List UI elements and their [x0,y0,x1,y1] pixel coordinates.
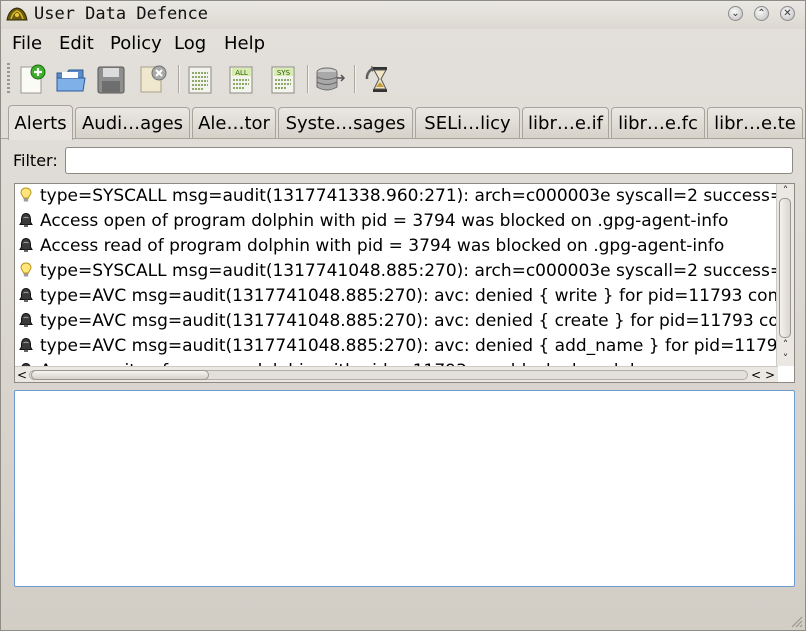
filter-input[interactable] [65,147,793,174]
tab-bar: Alerts Audi…ages Ale…tor Syste…sages SEL… [1,105,805,140]
minimize-button[interactable]: ⌄ [728,6,743,21]
alert-text: type=AVC msg=audit(1317741048.885:270): … [40,336,778,356]
alert-bell-icon [15,336,40,356]
alert-row[interactable]: Access read of program dolphin with pid … [15,234,724,259]
log-sys-label: SYS [277,69,291,77]
tab-selinux-policy[interactable]: SELi…licy [415,107,520,138]
view-log-button[interactable] [184,63,218,95]
log-view-icon [188,66,212,94]
scroll-right-icon[interactable]: > [763,367,777,382]
alert-row[interactable]: type=SYSCALL msg=audit(1317741338.960:27… [15,184,778,209]
title-bar[interactable]: User Data Defence ⌄ ⌃ ✕ [1,1,805,29]
lightbulb-icon [15,186,40,206]
scroll-down-icon[interactable]: ˅ [777,352,794,366]
horizontal-scrollbar[interactable]: < < > [15,366,778,382]
alerts-list-viewport: type=SYSCALL msg=audit(1317741338.960:27… [15,184,778,366]
tab-library-te[interactable]: libr…e.te [707,107,803,138]
alert-text: type=AVC msg=audit(1317741048.885:270): … [40,286,778,306]
lightbulb-icon [15,261,40,281]
alert-row[interactable]: type=AVC msg=audit(1317741048.885:270): … [15,284,778,309]
window-title: User Data Defence [34,4,208,24]
toolbar-grip[interactable] [7,63,10,95]
main-window: User Data Defence ⌄ ⌃ ✕ File Edit Policy… [0,0,806,631]
menu-log[interactable]: Log [174,33,206,54]
alert-details-pane[interactable] [14,390,795,587]
scroll-up-icon[interactable]: ˄ [777,338,794,352]
menu-bar: File Edit Policy Log Help [1,31,805,57]
tab-system-messages[interactable]: Syste…sages [278,107,413,138]
log-all-label: ALL [235,69,248,77]
toolbar-separator [307,65,309,93]
save-button[interactable] [94,63,128,95]
menu-help[interactable]: Help [224,33,265,54]
save-icon [97,66,125,94]
scroll-left-icon[interactable]: < [15,367,29,382]
open-button[interactable] [54,63,88,95]
app-logo-icon [6,7,28,21]
status-bar [1,591,805,630]
horizontal-scroll-thumb[interactable] [31,370,209,380]
scroll-left-icon[interactable]: < [749,367,763,382]
tab-alerts[interactable]: Alerts [8,105,73,140]
filter-label: Filter: [13,151,58,170]
close-icon: ✕ [783,8,792,19]
alert-bell-icon [15,311,40,331]
resize-grip-icon[interactable] [789,614,803,628]
alert-text: type=AVC msg=audit(1317741048.885:270): … [40,311,778,331]
alert-row[interactable]: Access write of program dolphin with pid… [15,359,645,366]
tab-alert-monitor[interactable]: Ale…tor [192,107,276,138]
alert-text: type=SYSCALL msg=audit(1317741338.960:27… [40,186,778,206]
menu-policy[interactable]: Policy [110,33,162,54]
toolbar: ALL SYS [1,59,805,99]
vertical-scrollbar[interactable]: ˄ ˄ ˅ [776,184,794,366]
alert-row[interactable]: Access open of program dolphin with pid … [15,209,728,234]
vertical-scroll-thumb[interactable] [779,198,791,338]
hourglass-icon [365,66,387,92]
alert-row[interactable]: type=SYSCALL msg=audit(1317741048.885:27… [15,259,778,284]
alert-text: Access read of program dolphin with pid … [40,236,725,256]
maximize-button[interactable]: ⌃ [754,6,769,21]
alert-bell-icon [15,211,40,231]
minimize-icon: ⌄ [731,8,740,19]
alert-row[interactable]: type=AVC msg=audit(1317741048.885:270): … [15,309,778,334]
refresh-button[interactable] [361,63,395,95]
alerts-list[interactable]: type=SYSCALL msg=audit(1317741338.960:27… [14,183,795,383]
menu-edit[interactable]: Edit [59,33,94,54]
alert-row[interactable]: type=AVC msg=audit(1317741048.885:270): … [15,334,778,359]
maximize-icon: ⌃ [757,8,766,19]
log-sys-icon: SYS [271,66,295,94]
database-export-icon [316,67,346,91]
toolbar-separator [354,65,356,93]
tab-library-if[interactable]: libr…e.if [522,107,609,138]
close-document-icon [140,65,167,93]
log-sys-button[interactable]: SYS [267,63,301,95]
new-document-icon [20,64,46,94]
database-export-button[interactable] [313,63,347,95]
log-all-icon: ALL [229,66,253,94]
alert-bell-icon [15,286,40,306]
new-button[interactable] [15,63,49,95]
scroll-up-icon[interactable]: ˄ [777,184,794,198]
close-document-button[interactable] [136,63,170,95]
close-window-button[interactable]: ✕ [780,6,795,21]
toolbar-separator [178,65,180,93]
log-all-button[interactable]: ALL [225,63,259,95]
open-folder-icon [56,69,86,92]
tab-panel-border [1,138,805,139]
menu-file[interactable]: File [12,33,42,54]
tab-library-fc[interactable]: libr…e.fc [611,107,705,138]
alert-text: type=SYSCALL msg=audit(1317741048.885:27… [40,261,778,281]
tab-audit-messages[interactable]: Audi…ages [75,107,190,138]
alert-text: Access open of program dolphin with pid … [40,211,729,231]
alert-bell-icon [15,236,40,256]
